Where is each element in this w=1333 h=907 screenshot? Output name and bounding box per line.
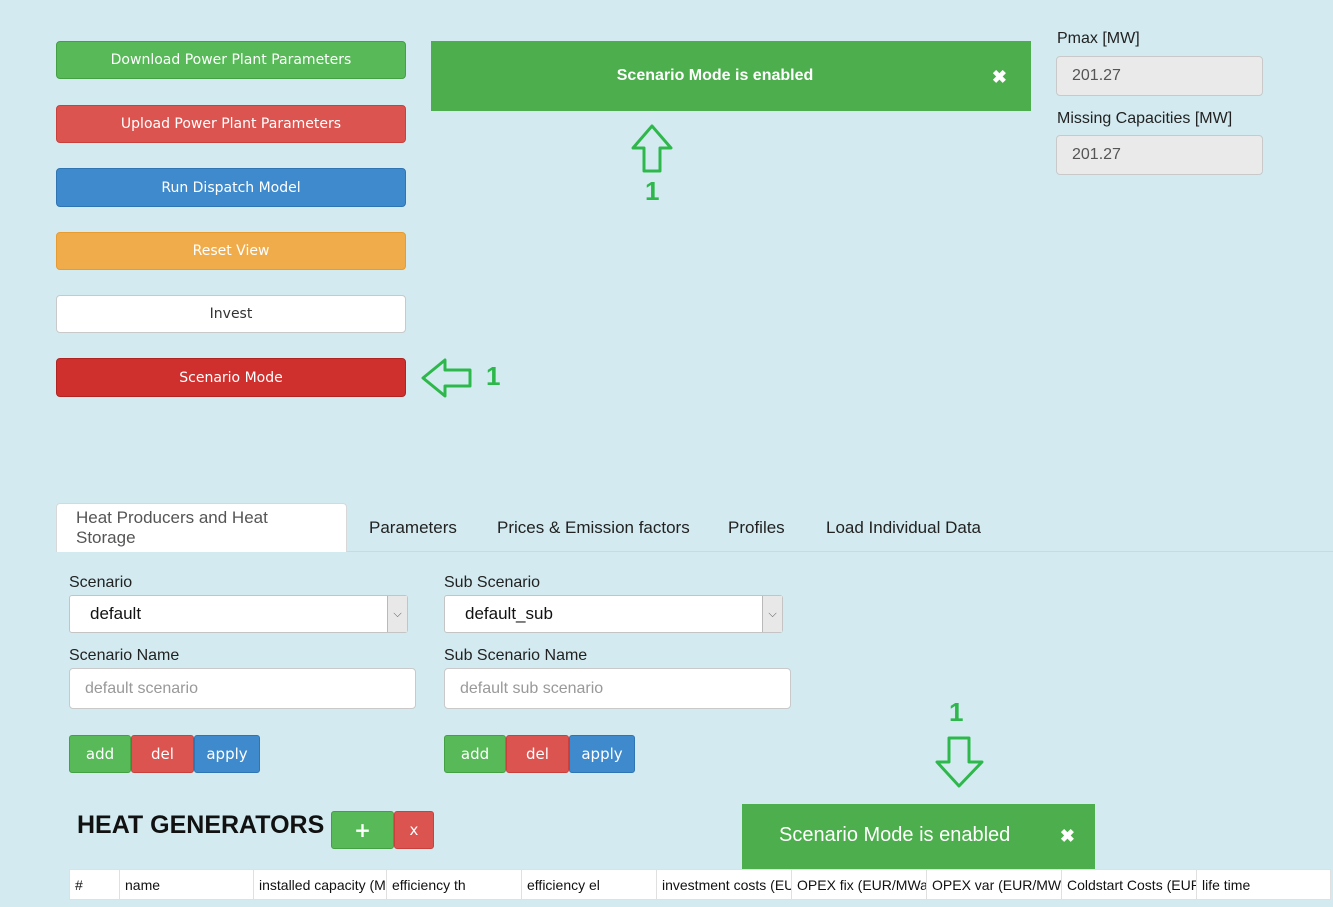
column-header[interactable]: investment costs (EU	[657, 870, 792, 899]
annotation-left-arrow-icon	[421, 358, 472, 398]
missing-capacities-label: Missing Capacities [MW]	[1057, 110, 1233, 127]
column-header[interactable]: #	[70, 870, 120, 899]
scenario-apply-button[interactable]: apply	[194, 735, 260, 773]
remove-generator-button[interactable]: x	[394, 811, 434, 849]
chevron-down-icon[interactable]: ⌵	[387, 596, 407, 632]
sub-scenario-add-button[interactable]: add	[444, 735, 506, 773]
column-header[interactable]: installed capacity (M	[254, 870, 387, 899]
reset-view-button[interactable]: Reset View	[56, 232, 406, 270]
scenario-select[interactable]: default ⌵	[69, 595, 408, 633]
tab-prices-emission-factors[interactable]: Prices & Emission factors	[497, 503, 690, 552]
annotation-number: 1	[486, 361, 501, 391]
sub-scenario-name-label: Sub Scenario Name	[444, 647, 588, 664]
banner-close-icon[interactable]: ✖	[1060, 826, 1075, 847]
sub-scenario-del-button[interactable]: del	[506, 735, 569, 773]
missing-capacities-field: 201.27	[1056, 135, 1263, 175]
sub-scenario-select-value: default_sub	[465, 604, 553, 623]
annotation-number: 1	[949, 697, 964, 727]
annotation-up-arrow-icon	[631, 124, 673, 173]
scenario-mode-banner-bottom: Scenario Mode is enabled ✖	[742, 804, 1095, 869]
pmax-label: Pmax [MW]	[1057, 30, 1140, 47]
banner-message: Scenario Mode is enabled	[616, 67, 814, 84]
chevron-down-icon[interactable]: ⌵	[762, 596, 782, 632]
invest-button[interactable]: Invest	[56, 295, 406, 333]
column-header[interactable]: OPEX var (EUR/MWh	[927, 870, 1062, 899]
column-header[interactable]: efficiency el	[522, 870, 657, 899]
column-header[interactable]: life time	[1197, 870, 1330, 899]
scenario-name-label: Scenario Name	[69, 647, 180, 664]
scenario-name-input[interactable]: default scenario	[69, 668, 416, 709]
tab-profiles[interactable]: Profiles	[728, 503, 785, 552]
scenario-mode-banner-top: Scenario Mode is enabled ✖	[431, 41, 1031, 111]
sub-scenario-name-input[interactable]: default sub scenario	[444, 668, 791, 709]
heat-generators-heading: HEAT GENERATORS	[77, 811, 325, 839]
banner-close-icon[interactable]: ✖	[992, 67, 1007, 88]
tab-parameters[interactable]: Parameters	[369, 503, 457, 552]
banner-message: Scenario Mode is enabled	[779, 824, 1011, 846]
sub-scenario-apply-button[interactable]: apply	[569, 735, 635, 773]
tab-heat-producers[interactable]: Heat Producers and Heat Storage	[56, 503, 347, 552]
annotation-down-arrow-icon	[935, 736, 984, 788]
add-generator-button[interactable]: +	[331, 811, 394, 849]
pmax-field: 201.27	[1056, 56, 1263, 96]
sub-scenario-label: Sub Scenario	[444, 574, 541, 591]
annotation-number: 1	[645, 176, 660, 206]
tab-load-individual-data[interactable]: Load Individual Data	[826, 503, 981, 552]
run-dispatch-model-button[interactable]: Run Dispatch Model	[56, 168, 406, 207]
column-header[interactable]: OPEX fix (EUR/MWa)	[792, 870, 927, 899]
column-header[interactable]: Coldstart Costs (EUR	[1062, 870, 1197, 899]
download-parameters-button[interactable]: Download Power Plant Parameters	[56, 41, 406, 79]
scenario-add-button[interactable]: add	[69, 735, 131, 773]
upload-parameters-button[interactable]: Upload Power Plant Parameters	[56, 105, 406, 143]
scenario-del-button[interactable]: del	[131, 735, 194, 773]
scenario-select-value: default	[90, 604, 142, 623]
column-header[interactable]: efficiency th	[387, 870, 522, 899]
scenario-mode-button[interactable]: Scenario Mode	[56, 358, 406, 397]
scenario-label: Scenario	[69, 574, 133, 591]
column-header[interactable]: name	[120, 870, 254, 899]
sub-scenario-select[interactable]: default_sub ⌵	[444, 595, 783, 633]
heat-generators-table-header: # name installed capacity (M efficiency …	[69, 869, 1331, 900]
